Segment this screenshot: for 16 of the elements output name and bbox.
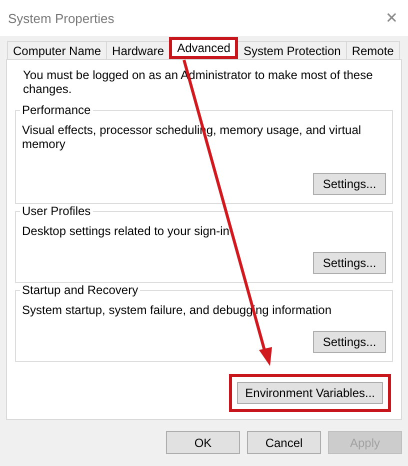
tab[interactable]: System Protection bbox=[237, 41, 347, 59]
settings-button[interactable]: Settings... bbox=[313, 173, 386, 195]
tab[interactable]: Advanced bbox=[169, 37, 238, 59]
dialog-button[interactable]: OK bbox=[166, 431, 240, 454]
group-title: Startup and Recovery bbox=[20, 283, 140, 297]
window-title: System Properties bbox=[8, 10, 114, 26]
group-title: User Profiles bbox=[20, 204, 93, 218]
tab[interactable]: Computer Name bbox=[7, 41, 108, 59]
group-description: Desktop settings related to your sign-in bbox=[22, 224, 230, 238]
settings-button[interactable]: Settings... bbox=[313, 252, 386, 274]
close-button[interactable]: ✕ bbox=[385, 9, 398, 27]
tab[interactable]: Remote bbox=[346, 41, 400, 59]
dialog-button[interactable]: Cancel bbox=[247, 431, 321, 454]
settings-button[interactable]: Settings... bbox=[313, 331, 386, 353]
group-title: Performance bbox=[20, 103, 93, 117]
environment-variables-button[interactable]: Environment Variables... bbox=[237, 382, 383, 404]
